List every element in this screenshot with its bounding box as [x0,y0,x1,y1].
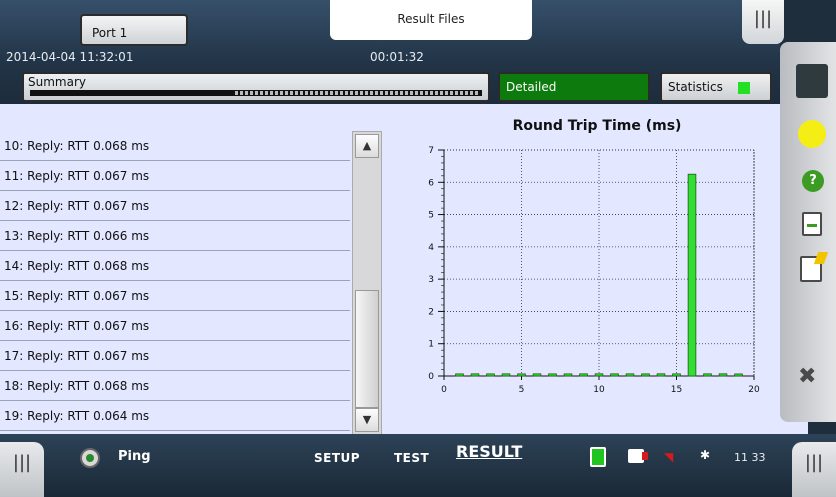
chart-bar [687,173,697,377]
statistics-tab[interactable]: Statistics [660,72,772,102]
chart-bar [734,373,743,377]
chart-bar [656,373,666,377]
storage-icon [628,449,648,463]
statistics-tab-label: Statistics [668,80,723,94]
nav-test[interactable]: TEST [394,451,429,465]
reply-list: 10: Reply: RTT 0.068 ms 11: Reply: RTT 0… [0,131,386,435]
chart-bar [579,373,588,377]
chart-bar [455,373,464,377]
wifi-icon: ◥ [664,450,674,464]
scroll-thumb[interactable] [355,290,379,408]
app-root: Port 1 Result Files 2014-04-04 11:32:01 … [0,0,836,497]
chart-title: Round Trip Time (ms) [512,118,682,134]
chart-bar [641,373,650,377]
top-drawer-handle[interactable]: ||| [742,0,784,44]
chart-bar [517,373,526,377]
arrow-down-icon: ▼ [362,413,372,426]
summary-tab-label: Summary [28,75,86,89]
y-tick-label: 1 [428,340,434,350]
chart-bar [594,373,604,377]
list-item[interactable]: 11: Reply: RTT 0.067 ms [0,161,350,191]
list-item[interactable]: 14: Reply: RTT 0.068 ms [0,251,350,281]
y-tick-label: 4 [428,243,434,253]
drawer-grip-icon: ||| [753,8,773,29]
panel-icon[interactable] [796,64,828,98]
ping-icon[interactable] [80,448,100,468]
scroll-up-button[interactable]: ▲ [355,134,379,158]
y-tick-label: 0 [428,372,434,382]
notes-icon[interactable] [800,256,822,282]
help-glyph: ? [809,173,817,188]
list-item[interactable]: 13: Reply: RTT 0.066 ms [0,221,350,251]
right-drawer-handle[interactable]: ||| [792,442,836,497]
close-icon[interactable]: ✖ [798,364,816,389]
bluetooth-icon: ✱ [700,448,711,462]
list-item[interactable]: 17: Reply: RTT 0.067 ms [0,341,350,371]
summary-progress-bar [30,90,482,96]
summary-progress-segment [235,91,480,95]
port-tab[interactable]: Port 1 [80,14,188,46]
y-tick-label: 3 [428,275,434,285]
chart-svg: 0 1 2 3 4 5 6 7 0 5 10 15 20 [428,146,760,395]
drawer-grip-icon: ||| [12,452,32,473]
rtt-chart: Round Trip Time (ms) 0 1 2 3 4 5 6 7 0 5 10 15 20 [400,110,780,410]
detailed-tab-label: Detailed [506,80,557,94]
y-tick-label: 5 [428,211,434,221]
nav-result[interactable]: RESULT [456,442,522,461]
chart-bar [672,373,681,377]
result-files-label: Result Files [397,12,465,26]
arrow-up-icon: ▲ [362,139,372,152]
list-item[interactable]: 10: Reply: RTT 0.068 ms [0,131,350,161]
chart-bar [501,373,511,377]
header: Port 1 Result Files 2014-04-04 11:32:01 … [0,0,780,110]
left-drawer-handle[interactable]: ||| [0,442,44,497]
list-item[interactable]: 18: Reply: RTT 0.068 ms [0,371,350,401]
y-tick-label: 2 [428,307,434,317]
chart-bar [563,373,573,377]
scroll-down-button[interactable]: ▼ [355,408,379,432]
x-tick-label: 10 [593,385,605,395]
statistics-status-icon [738,82,750,94]
x-tick-label: 0 [441,385,447,395]
x-tick-label: 5 [519,385,525,395]
chart-bar [703,373,712,377]
clock: 11 33 [734,451,766,464]
x-tick-label: 15 [671,385,682,395]
y-tick-label: 6 [428,178,434,188]
chart-bar [470,373,480,377]
content-area: 10: Reply: RTT 0.068 ms 11: Reply: RTT 0… [0,104,808,435]
nav-setup[interactable]: SETUP [314,451,360,465]
list-item[interactable]: 15: Reply: RTT 0.067 ms [0,281,350,311]
chart-bar [532,373,542,377]
chart-bar [718,373,728,377]
chart-bar [548,373,557,377]
detailed-tab[interactable]: Detailed [498,72,650,102]
chart-bar [625,373,635,377]
result-files-tab[interactable]: Result Files [330,0,532,40]
y-tick-label: 7 [428,146,434,156]
power-plug-icon [590,447,606,467]
test-name[interactable]: Ping [118,449,151,464]
drawer-grip-icon: ||| [804,452,824,473]
list-item[interactable]: 16: Reply: RTT 0.067 ms [0,311,350,341]
list-item[interactable]: 19: Reply: RTT 0.064 ms [0,401,350,431]
chart-bar [486,373,495,377]
datetime: 2014-04-04 11:32:01 [6,50,134,64]
x-tick-label: 20 [748,385,760,395]
report-icon[interactable] [802,212,822,236]
bottom-bar: ||| Ping SETUP TEST RESULT ◥ ✱ 11 33 ||| [0,434,836,497]
list-scrollbar[interactable]: ▲ ▼ [352,131,382,435]
list-item[interactable]: 12: Reply: RTT 0.067 ms [0,191,350,221]
chart-bar [610,373,619,377]
help-icon[interactable]: ? [802,170,824,192]
close-glyph: ✖ [798,364,817,389]
elapsed-time: 00:01:32 [370,50,424,64]
status-light-icon[interactable] [798,120,826,148]
right-sidebar: ? ✖ [780,42,836,422]
summary-tab[interactable]: Summary [22,72,490,102]
port-tab-label: Port 1 [92,26,128,40]
